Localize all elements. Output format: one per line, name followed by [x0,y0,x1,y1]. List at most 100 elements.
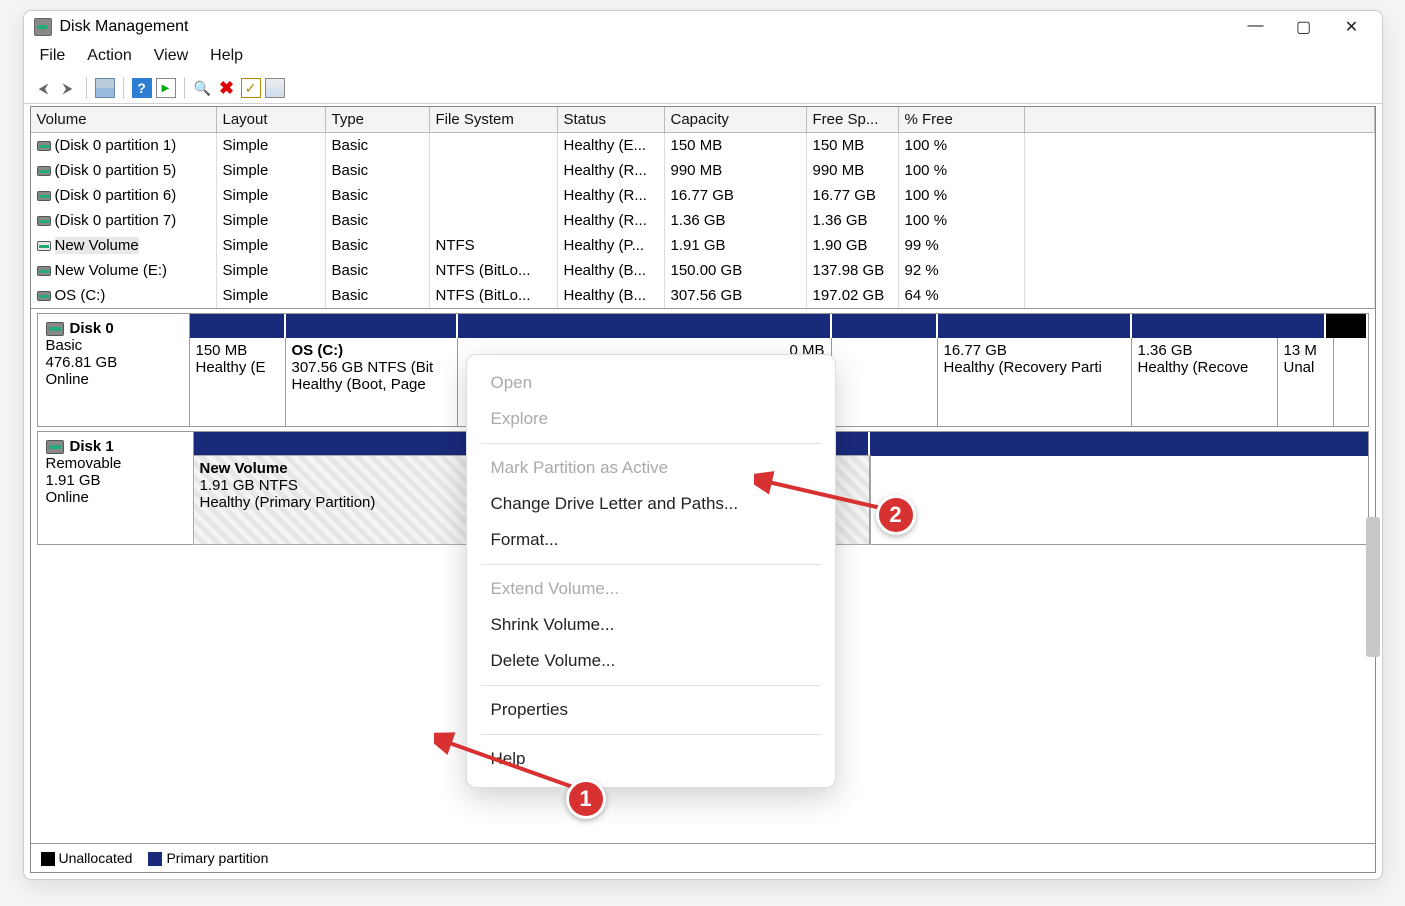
menu-action[interactable]: Action [87,47,131,65]
legend-primary: Primary partition [148,850,268,866]
show-hide-tree-button[interactable] [95,78,115,98]
cell-type: Basic [326,158,430,183]
minimize-button[interactable]: — [1246,17,1266,37]
close-button[interactable]: ✕ [1342,17,1362,37]
table-row[interactable]: (Disk 0 partition 1)SimpleBasicHealthy (… [31,133,1375,158]
cell-layout: Simple [217,133,326,158]
partition[interactable]: 1.36 GBHealthy (Recove [1132,338,1278,426]
table-row[interactable]: (Disk 0 partition 7)SimpleBasicHealthy (… [31,208,1375,233]
refresh-button[interactable]: ▶ [156,78,176,98]
ctx-divider [481,685,821,686]
cell-free: 16.77 GB [807,183,899,208]
cell-status: Healthy (R... [558,158,665,183]
cell-layout: Simple [217,283,326,308]
col-extra [1025,107,1375,132]
ctx-help[interactable]: Help [467,741,835,777]
menu-view[interactable]: View [154,47,188,65]
cell-capacity: 150.00 GB [665,258,807,283]
disk-icon [46,440,64,454]
col-layout[interactable]: Layout [217,107,326,132]
partition-size: 307.56 GB NTFS (Bit [292,359,451,376]
ctx-change-drive-letter[interactable]: Change Drive Letter and Paths... [467,486,835,522]
table-row[interactable]: (Disk 0 partition 5)SimpleBasicHealthy (… [31,158,1375,183]
swatch-primary-icon [148,852,162,866]
disk-icon [37,191,51,201]
cell-status: Healthy (R... [558,208,665,233]
partition-size: 13 M [1284,342,1327,359]
cell-status: Healthy (B... [558,258,665,283]
disk-icon [37,216,51,226]
app-icon [34,18,52,36]
col-free-space[interactable]: Free Sp... [807,107,899,132]
ctx-divider [481,734,821,735]
menu-help[interactable]: Help [210,47,243,65]
menu-file[interactable]: File [40,47,66,65]
cell-layout: Simple [217,258,326,283]
disk-info: Disk 1Removable1.91 GBOnline [38,432,194,544]
table-row[interactable]: OS (C:)SimpleBasicNTFS (BitLo...Healthy … [31,283,1375,308]
col-percent-free[interactable]: % Free [899,107,1025,132]
context-menu: Open Explore Mark Partition as Active Ch… [466,354,836,788]
cell-filesystem [430,208,558,233]
settings-icon[interactable]: 🔍 [193,78,213,98]
disk-size: 1.91 GB [46,472,185,489]
table-row[interactable]: New Volume (E:)SimpleBasicNTFS (BitLo...… [31,258,1375,283]
cell-percent: 100 % [899,183,1025,208]
disk-type: Basic [46,337,181,354]
partition[interactable]: 150 MBHealthy (E [190,338,286,426]
ctx-shrink-volume[interactable]: Shrink Volume... [467,607,835,643]
ctx-properties[interactable]: Properties [467,692,835,728]
ctx-divider [481,564,821,565]
volume-list: Volume Layout Type File System Status Ca… [31,107,1375,309]
legend: Unallocated Primary partition [31,843,1375,872]
cell-filesystem [430,183,558,208]
cell-type: Basic [326,183,430,208]
cell-type: Basic [326,133,430,158]
titlebar: Disk Management — ▢ ✕ [24,11,1382,43]
disk-icon [37,141,51,151]
back-button[interactable]: ⮜ [34,78,54,98]
disk-icon [37,166,51,176]
disk-name: Disk 1 [70,438,114,455]
ctx-delete-volume[interactable]: Delete Volume... [467,643,835,679]
table-row[interactable]: New VolumeSimpleBasicNTFSHealthy (P...1.… [31,233,1375,258]
partition-size: 1.36 GB [1138,342,1271,359]
volume-list-body: (Disk 0 partition 1)SimpleBasicHealthy (… [31,133,1375,308]
cell-filesystem: NTFS [430,233,558,258]
table-row[interactable]: (Disk 0 partition 6)SimpleBasicHealthy (… [31,183,1375,208]
disk-icon [46,322,64,336]
col-type[interactable]: Type [326,107,430,132]
partition[interactable]: 13 MUnal [1278,338,1334,426]
cell-free: 197.02 GB [807,283,899,308]
volume-name: New Volume [55,237,139,254]
maximize-button[interactable]: ▢ [1294,17,1314,37]
cell-capacity: 16.77 GB [665,183,807,208]
toolbar: ⮜ ⮞ ? ▶ 🔍 ✖ ✓ [24,73,1382,104]
cell-percent: 92 % [899,258,1025,283]
ctx-format[interactable]: Format... [467,522,835,558]
col-status[interactable]: Status [558,107,665,132]
menubar: File Action View Help [24,43,1382,73]
help-button[interactable]: ? [132,78,152,98]
volume-list-header: Volume Layout Type File System Status Ca… [31,107,1375,133]
cell-percent: 100 % [899,208,1025,233]
check-icon[interactable]: ✓ [241,78,261,98]
partition[interactable] [832,338,938,426]
swatch-unallocated-icon [41,852,55,866]
cell-type: Basic [326,283,430,308]
scrollbar[interactable] [1366,517,1380,657]
disk-info: Disk 0Basic476.81 GBOnline [38,314,190,426]
cell-capacity: 1.36 GB [665,208,807,233]
forward-button[interactable]: ⮞ [58,78,78,98]
col-capacity[interactable]: Capacity [665,107,807,132]
disk-icon [37,266,51,276]
partition[interactable]: 16.77 GBHealthy (Recovery Parti [938,338,1132,426]
delete-button[interactable]: ✖ [217,78,237,98]
col-volume[interactable]: Volume [31,107,217,132]
partition[interactable]: OS (C:)307.56 GB NTFS (BitHealthy (Boot,… [286,338,458,426]
volume-name: New Volume (E:) [55,262,168,279]
disk-size: 476.81 GB [46,354,181,371]
properties-button[interactable] [265,78,285,98]
col-filesystem[interactable]: File System [430,107,558,132]
volume-name: (Disk 0 partition 6) [55,187,177,204]
